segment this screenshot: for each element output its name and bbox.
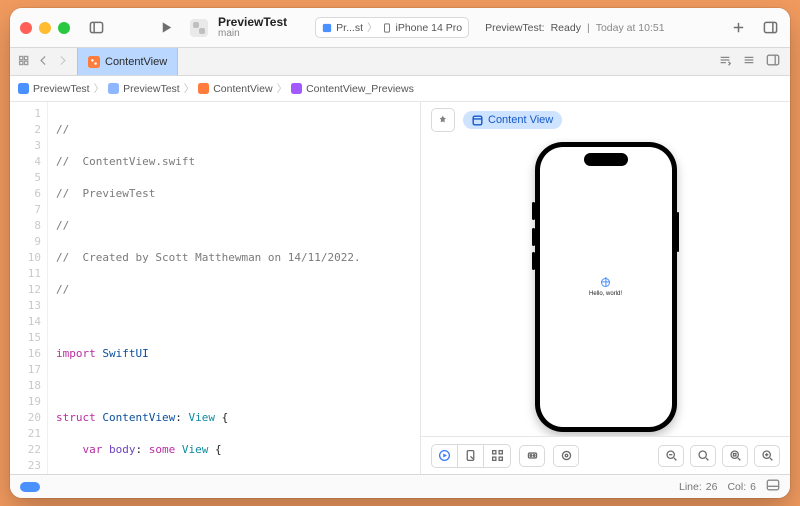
branch-name: main <box>218 29 287 40</box>
bc-folder: PreviewTest <box>123 83 180 95</box>
project-icon <box>18 83 29 94</box>
pin-icon <box>437 114 449 126</box>
live-preview-button[interactable] <box>432 445 458 467</box>
preview-panel: Content View Hello, world! <box>420 102 790 474</box>
pin-preview-button[interactable] <box>431 108 455 132</box>
bc-symbol: ContentView_Previews <box>306 83 414 95</box>
status-bar: Line: 26 Col: 6 <box>10 474 790 498</box>
toggle-navigator-button[interactable] <box>86 18 106 38</box>
code-area[interactable]: // // ContentView.swift // PreviewTest /… <box>48 102 420 474</box>
add-button[interactable] <box>728 18 748 38</box>
status-separator: | <box>587 22 590 34</box>
cursor-col-label: Col: <box>727 481 746 493</box>
toolbar: PreviewTest main Pr...st 〉 iPhone 14 Pro… <box>10 8 790 48</box>
scheme-selector[interactable]: PreviewTest main <box>218 16 287 39</box>
toggle-debug-area-button[interactable] <box>766 478 780 495</box>
app-target-icon <box>322 23 332 33</box>
preview-mode-group <box>431 444 511 468</box>
folder-icon <box>108 83 119 94</box>
related-items-button[interactable] <box>18 54 31 70</box>
bc-project: PreviewTest <box>33 83 90 95</box>
status-product: PreviewTest: <box>485 22 545 34</box>
nav-forward-button[interactable] <box>56 54 69 70</box>
preview-target-label: Content View <box>488 114 553 126</box>
chevron-right-icon: 〉 <box>94 81 105 96</box>
line-gutter: 1234567 891011121314 15161718192021 2223… <box>10 102 48 474</box>
tab-bar: ContentView <box>10 48 790 76</box>
tab-contentview[interactable]: ContentView <box>77 48 178 75</box>
zoom-out-button[interactable] <box>658 445 684 467</box>
iphone-icon <box>382 23 392 33</box>
activity-status: PreviewTest: Ready | Today at 10:51 <box>479 22 718 34</box>
device-frame: Hello, world! <box>535 142 677 432</box>
xcode-window: PreviewTest main Pr...st 〉 iPhone 14 Pro… <box>10 8 790 498</box>
debug-area-indicator[interactable] <box>20 482 40 492</box>
code-editor[interactable]: 1234567 891011121314 15161718192021 2223… <box>10 102 420 474</box>
run-button[interactable] <box>156 18 176 38</box>
main-content: 1234567 891011121314 15161718192021 2223… <box>10 102 790 474</box>
zoom-actual-button[interactable] <box>722 445 748 467</box>
plus-icon <box>731 20 746 35</box>
cursor-line-label: Line: <box>679 481 702 493</box>
preview-target-pill[interactable]: Content View <box>463 111 562 129</box>
swift-file-icon <box>198 83 209 94</box>
zoom-fit-button[interactable] <box>690 445 716 467</box>
variants-preview-button[interactable] <box>484 445 510 467</box>
adjust-editor-button[interactable] <box>718 53 732 70</box>
close-window-button[interactable] <box>20 22 32 34</box>
destination-picker[interactable]: Pr...st 〉 iPhone 14 Pro <box>315 17 469 38</box>
status-time: Today at 10:51 <box>596 22 665 34</box>
preview-on-device-button[interactable] <box>553 445 579 467</box>
jump-bar[interactable]: PreviewTest 〉 PreviewTest 〉 ContentView … <box>10 76 790 102</box>
destination-device: iPhone 14 Pro <box>396 22 463 34</box>
library-icon <box>763 20 778 35</box>
chevron-right-icon: 〉 <box>277 81 288 96</box>
bc-file: ContentView <box>213 83 272 95</box>
chevron-right-icon: 〉 <box>367 20 378 35</box>
zoom-window-button[interactable] <box>58 22 70 34</box>
selectable-preview-button[interactable] <box>458 445 484 467</box>
app-icon <box>190 19 208 37</box>
swift-file-icon <box>88 56 100 68</box>
preview-toolbar <box>421 436 790 474</box>
tab-title: ContentView <box>105 56 167 68</box>
minimize-window-button[interactable] <box>39 22 51 34</box>
zoom-controls <box>658 445 780 467</box>
hello-world-label: Hello, world! <box>589 291 622 297</box>
chevron-right-icon: 〉 <box>184 81 195 96</box>
layout-icon <box>472 115 483 126</box>
device-screen: Hello, world! <box>540 147 672 427</box>
nav-back-button[interactable] <box>37 54 50 70</box>
status-state: Ready <box>551 22 581 34</box>
preview-canvas[interactable]: Hello, world! <box>421 138 790 436</box>
device-settings-button[interactable] <box>519 445 545 467</box>
cursor-line: 26 <box>706 481 718 493</box>
toggle-inspector-button[interactable] <box>766 53 780 70</box>
zoom-in-button[interactable] <box>754 445 780 467</box>
editor-options-button[interactable] <box>742 53 756 70</box>
preview-header: Content View <box>421 102 790 138</box>
scheme-short: Pr...st <box>336 22 363 34</box>
library-button[interactable] <box>760 18 780 38</box>
scheme-name: PreviewTest <box>218 16 287 29</box>
cursor-col: 6 <box>750 481 756 493</box>
symbol-icon <box>291 83 302 94</box>
traffic-lights <box>20 22 70 34</box>
dynamic-island <box>584 153 628 166</box>
globe-icon <box>601 278 610 287</box>
